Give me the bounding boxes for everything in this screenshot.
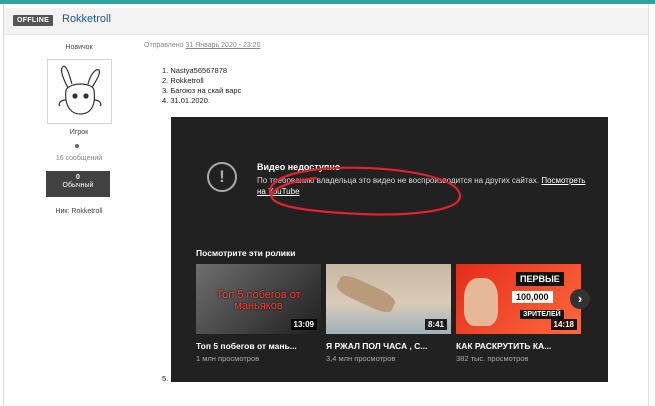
video-views: 3,4 млн просмотров bbox=[326, 354, 396, 363]
user-nick: Ник: Rokketroll bbox=[55, 208, 103, 215]
post-header: OFFLINE Rokketroll bbox=[4, 8, 648, 35]
suggested-video-thumbnail[interactable]: 8:41 bbox=[326, 264, 451, 334]
status-dot bbox=[75, 144, 79, 148]
list-item: 3. Багоюз на скай варс bbox=[162, 86, 242, 95]
reputation-value: 0 bbox=[76, 174, 80, 181]
thumbnail-text: Топ 5 побегов от маньяков bbox=[216, 289, 301, 312]
reputation-box: 0 Обычный bbox=[46, 171, 110, 197]
offline-badge: OFFLINE bbox=[13, 15, 54, 26]
list-item: 4. 31.01.2020. bbox=[162, 96, 210, 105]
red-annotation-scribble bbox=[268, 166, 462, 216]
youtube-embed[interactable]: ! Видео недоступно По требованию владель… bbox=[171, 117, 608, 382]
top-accent-bar bbox=[0, 0, 655, 4]
next-arrow-button[interactable]: › bbox=[570, 289, 590, 309]
thumbnail-text: 100,000 bbox=[512, 291, 553, 303]
list-item: 2. Rokketroll bbox=[162, 76, 204, 85]
user-rank: Новичок bbox=[65, 44, 93, 51]
list-item: 5. bbox=[162, 374, 169, 383]
user-group: Игрок bbox=[69, 129, 89, 136]
posted-date-link[interactable]: 31 Январь 2020 - 23:20 bbox=[185, 42, 260, 49]
thumbnail-text: ПЕРВЫЕ bbox=[516, 272, 564, 286]
author-panel: Новичок Игрок 16 сообщений 0 Обычный Ник… bbox=[4, 34, 154, 406]
suggestions-heading: Посмотрите эти ролики bbox=[196, 248, 296, 258]
avatar[interactable] bbox=[47, 59, 112, 124]
post-list: 1. Nastya56567878 2. Rokketroll 3. Багою… bbox=[162, 66, 241, 106]
video-views: 1 млн просмотров bbox=[196, 354, 260, 363]
video-duration: 13:09 bbox=[290, 319, 317, 330]
posted-date: Отправлено 31 Январь 2020 - 23:20 bbox=[144, 42, 261, 49]
suggested-video-thumbnail[interactable]: Топ 5 побегов от маньяков 13:09 bbox=[196, 264, 321, 334]
list-item: 1. Nastya56567878 bbox=[162, 66, 228, 75]
reputation-label: Обычный bbox=[62, 182, 94, 189]
suggested-video-thumbnail[interactable]: ПЕРВЫЕ 100,000 ЗРИТЕЛЕЙ 14:18 bbox=[456, 264, 581, 334]
suggested-video-title[interactable]: Топ 5 побегов от мань... bbox=[196, 341, 321, 351]
video-duration: 14:18 bbox=[550, 319, 577, 330]
suggested-video-title[interactable]: КАК РАСКРУТИТЬ КА... bbox=[456, 341, 581, 351]
thumbnail-figure bbox=[334, 272, 398, 316]
avatar-creature-icon bbox=[58, 65, 102, 115]
username-link[interactable]: Rokketroll bbox=[62, 13, 111, 25]
thumbnail-text: ЗРИТЕЛЕЙ bbox=[520, 310, 564, 319]
post-count: 16 сообщений bbox=[55, 155, 103, 162]
thumbnail-face bbox=[464, 278, 498, 326]
right-border bbox=[648, 4, 649, 406]
suggested-video-title[interactable]: Я РЖАЛ ПОЛ ЧАСА , С... bbox=[326, 341, 451, 351]
video-duration: 8:41 bbox=[424, 319, 447, 330]
video-views: 382 тыс. просмотров bbox=[456, 354, 529, 363]
warning-icon: ! bbox=[207, 162, 237, 192]
